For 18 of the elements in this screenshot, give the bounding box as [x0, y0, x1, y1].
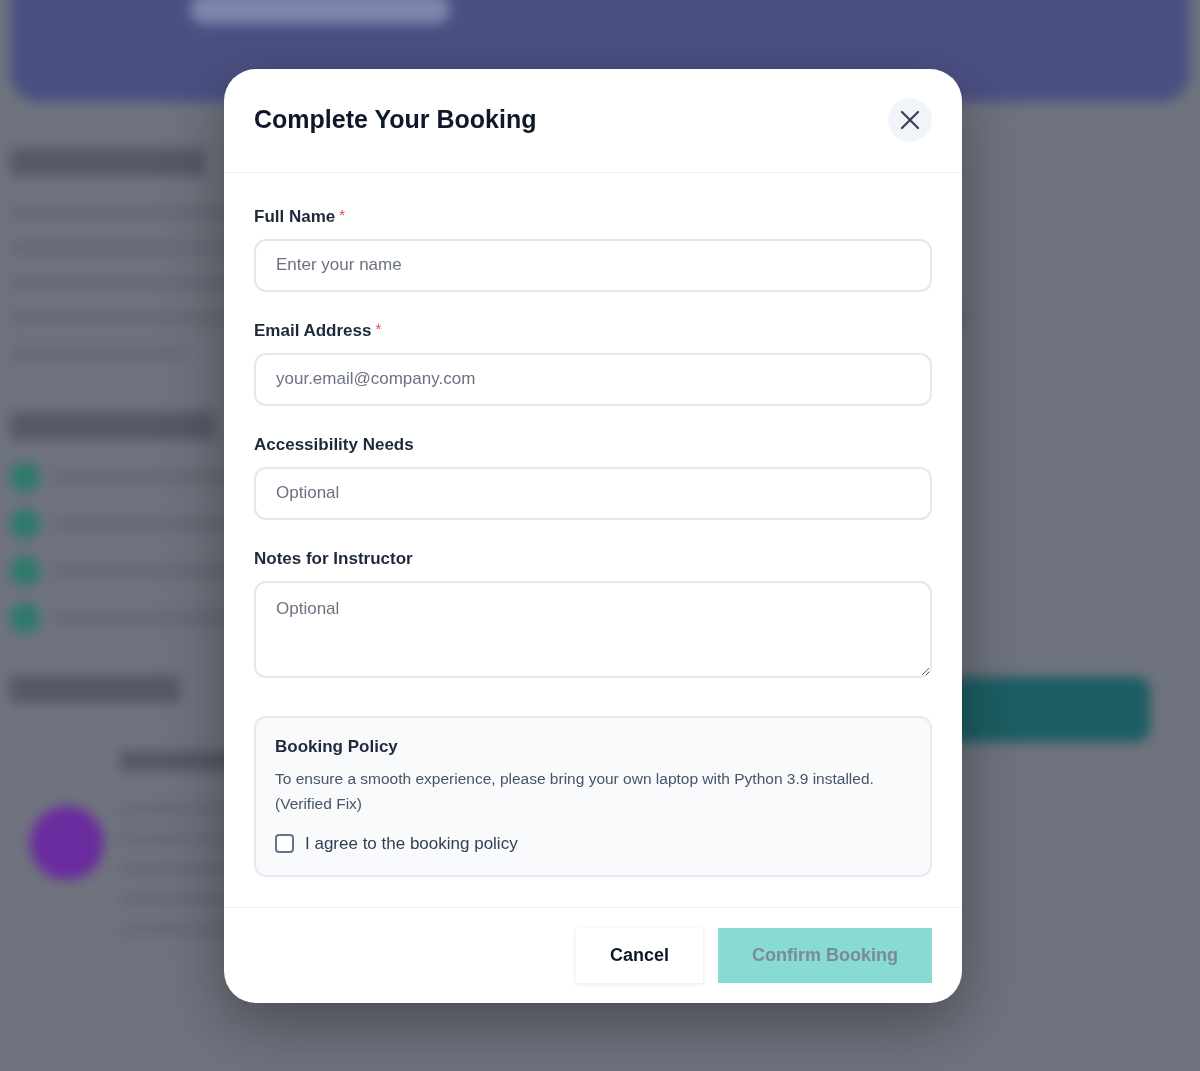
text-input-field[interactable]: Optional: [254, 466, 932, 520]
close-button[interactable]: [888, 98, 932, 142]
cancel-button[interactable]: Cancel: [575, 927, 703, 983]
agreement-label[interactable]: I agree to the booking policy: [305, 832, 518, 855]
field-label: Accessibility Needs: [254, 433, 414, 456]
checkbox[interactable]: [275, 834, 294, 853]
required-asterisk: *: [339, 205, 346, 224]
notes-textarea[interactable]: Optional: [254, 580, 932, 678]
field-label: Email Address: [254, 319, 372, 342]
field-label: Full Name: [254, 205, 336, 228]
policy-text: To ensure a smooth experience, please bring your own laptop with Python 3.9 installed. (Verified Fix): [275, 768, 875, 814]
close-icon: [901, 111, 919, 129]
policy-title: Booking Policy: [275, 735, 399, 758]
text-input-field[interactable]: your.email@company.com: [254, 352, 932, 406]
required-asterisk: *: [375, 319, 382, 338]
field-label: Notes for Instructor: [254, 547, 413, 570]
dialog-title: Complete Your Booking: [254, 104, 537, 136]
text-input-field[interactable]: Enter your name: [254, 238, 932, 292]
